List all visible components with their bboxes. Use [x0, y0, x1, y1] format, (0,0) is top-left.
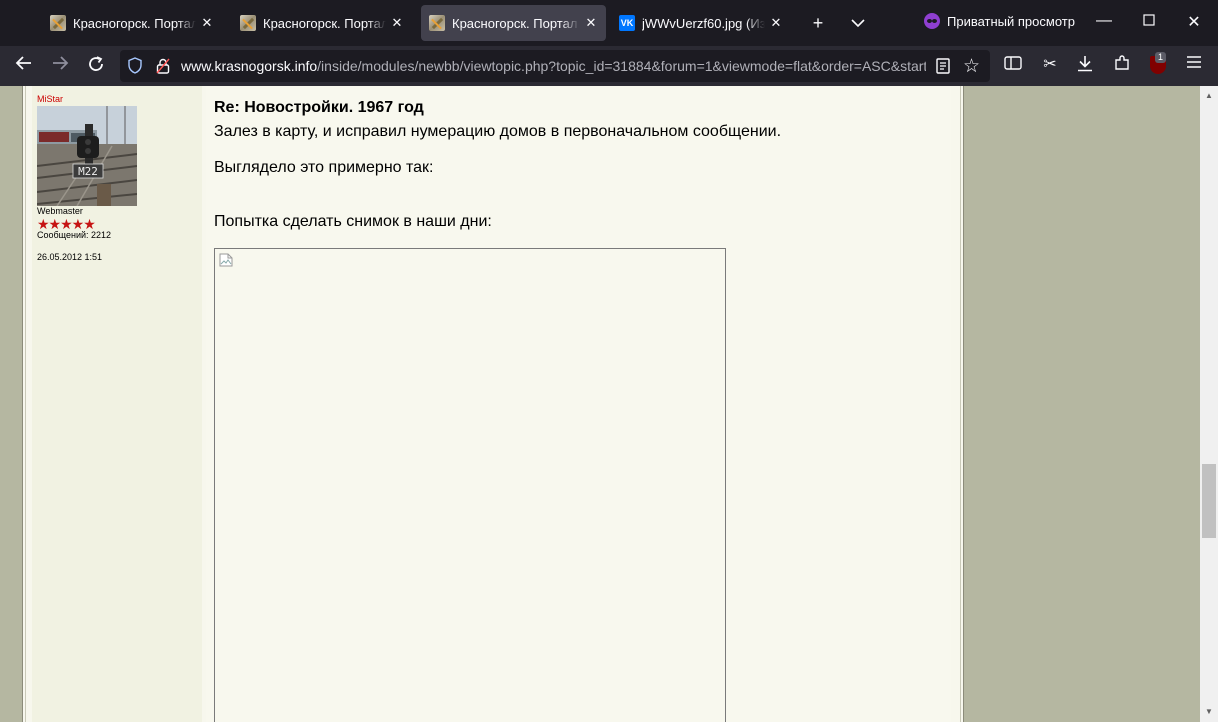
sidebar-icon[interactable] — [1003, 55, 1023, 75]
tab-bar: Красногорск. Портал "К ✕ Красногорск. По… — [0, 0, 1218, 46]
scroll-down-arrow-icon[interactable]: ▼ — [1200, 704, 1218, 720]
private-browsing-indicator: Приватный просмотр — [924, 13, 1075, 29]
post-text-line: Попытка сделать снимок в наши дни: — [214, 213, 492, 230]
post-text-line: Выглядело это примерно так: — [214, 159, 434, 176]
author-post-count: Сообщений: 2212 — [37, 230, 112, 240]
tracking-protection-shield-icon[interactable] — [128, 57, 142, 74]
close-icon[interactable]: ✕ — [390, 15, 404, 31]
tab-krasnogorsk-active[interactable]: Красногорск. Портал "К ✕ — [421, 5, 606, 41]
avatar-sign-text: M22 — [78, 165, 98, 178]
site-security-lock-icon[interactable] — [156, 58, 170, 74]
close-icon[interactable]: ✕ — [200, 15, 214, 31]
krasnogorsk-favicon-icon — [50, 15, 66, 31]
bookmark-star-icon[interactable]: ☆ — [963, 55, 980, 78]
page-scrollbar[interactable]: ▲ ▼ — [1200, 86, 1218, 722]
post-date: 26.05.2012 1:51 — [37, 252, 103, 262]
author-role: Webmaster — [37, 206, 83, 216]
page-content: MiStar M22 Webmaster ★★★★★ Сообщений: 22… — [0, 86, 1218, 722]
extensions-puzzle-icon[interactable] — [1112, 55, 1132, 75]
avatar-railway-signal-image: M22 — [37, 106, 137, 206]
tab-title: jWWvUerzf60.jpg (Изобр — [642, 15, 765, 31]
new-tab-plus-icon[interactable]: + — [807, 13, 829, 33]
private-mask-icon — [924, 13, 940, 29]
author-rank-stars-icon: ★★★★★ — [37, 216, 96, 232]
reader-view-icon[interactable] — [935, 58, 951, 74]
scroll-up-arrow-icon[interactable]: ▲ — [1200, 88, 1218, 104]
tab-krasnogorsk-1[interactable]: Красногорск. Портал "К ✕ — [42, 5, 222, 41]
forum-post-table: MiStar M22 Webmaster ★★★★★ Сообщений: 22… — [22, 86, 964, 722]
ublock-blocked-count-badge: 1 — [1155, 52, 1167, 63]
maximize-icon[interactable] — [1139, 13, 1159, 31]
close-window-icon[interactable]: ✕ — [1184, 12, 1204, 32]
tab-krasnogorsk-2[interactable]: Красногорск. Портал "К ✕ — [232, 5, 412, 41]
broken-image-icon — [219, 253, 233, 267]
tab-title: Красногорск. Портал "К — [73, 15, 196, 31]
forward-arrow-icon[interactable] — [48, 55, 72, 77]
tab-title: Красногорск. Портал "К — [263, 15, 386, 31]
tab-vk-image[interactable]: VK jWWvUerzf60.jpg (Изобр ✕ — [611, 5, 791, 41]
post-author-panel: MiStar M22 Webmaster ★★★★★ Сообщений: 22… — [32, 86, 202, 722]
vk-favicon-icon: VK — [619, 15, 635, 31]
list-all-tabs-chevron-icon[interactable] — [847, 12, 869, 32]
private-browsing-label: Приватный просмотр — [947, 13, 1075, 29]
krasnogorsk-favicon-icon — [240, 15, 256, 31]
url-path: /inside/modules/newbb/viewtopic.php?topi… — [317, 58, 926, 74]
url-host: www.krasnogorsk.info — [181, 58, 318, 74]
address-bar[interactable]: www.krasnogorsk.info/inside/modules/newb… — [120, 50, 990, 82]
krasnogorsk-favicon-icon — [429, 15, 445, 31]
tab-title: Красногорск. Портал "К — [452, 15, 580, 31]
screenshot-scissors-icon[interactable]: ✂ — [1040, 55, 1060, 75]
post-text-line: Залез в карту, и исправил нумерацию домо… — [214, 123, 782, 140]
back-arrow-icon[interactable] — [12, 55, 36, 77]
post-image-placeholder[interactable] — [214, 248, 726, 722]
minimize-icon[interactable]: — — [1094, 12, 1114, 30]
author-avatar: M22 — [37, 106, 137, 206]
url-text[interactable]: www.krasnogorsk.info/inside/modules/newb… — [181, 58, 926, 74]
navigation-toolbar: www.krasnogorsk.info/inside/modules/newb… — [0, 46, 1218, 86]
scrollbar-thumb[interactable] — [1202, 464, 1216, 538]
download-icon[interactable] — [1075, 55, 1095, 75]
close-icon[interactable]: ✕ — [584, 15, 598, 31]
post-body: Re: Новостройки. 1967 год Залез в карту,… — [206, 86, 951, 722]
post-title: Re: Новостройки. 1967 год — [214, 99, 424, 116]
app-menu-hamburger-icon[interactable] — [1184, 55, 1204, 75]
close-icon[interactable]: ✕ — [769, 15, 783, 31]
reload-icon[interactable] — [84, 55, 108, 77]
author-username-link[interactable]: MiStar — [37, 94, 63, 104]
